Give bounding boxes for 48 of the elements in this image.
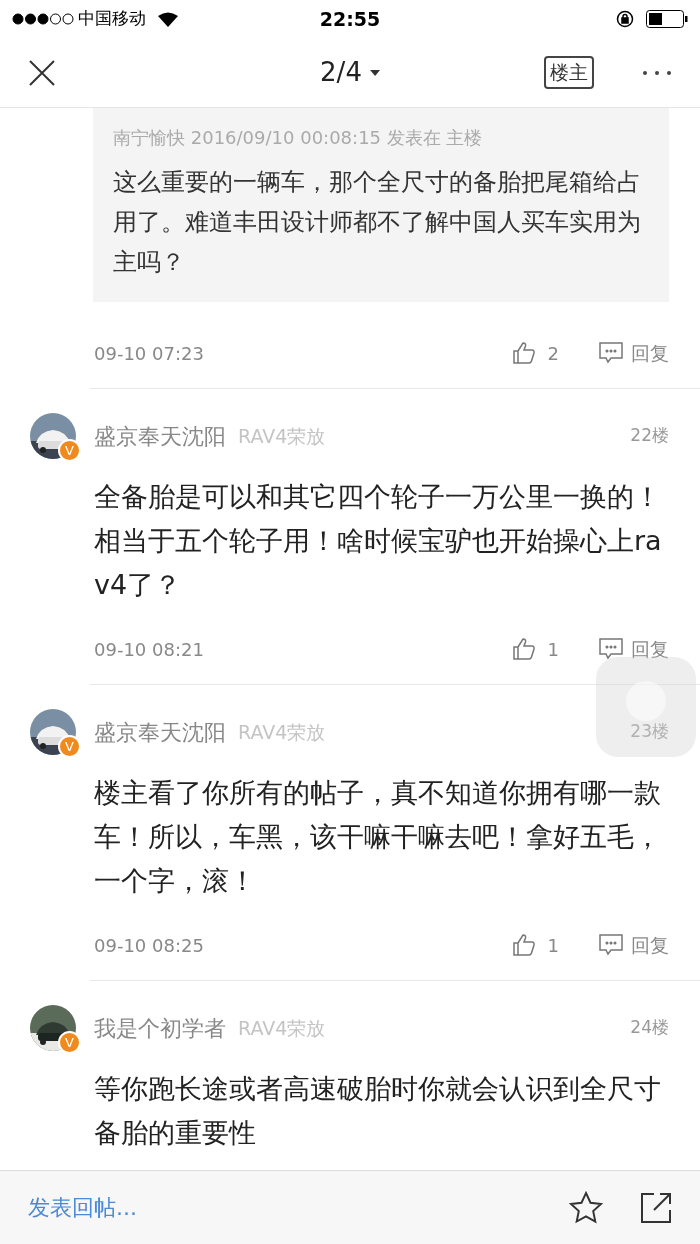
user-name[interactable]: 盛京奉天沈阳 [94,419,226,453]
floor-number: 23楼 [630,720,669,744]
post-text: 楼主看了你所有的帖子，真不知道你拥有哪一款车！所以，车黑，该干嘛干嘛去吧！拿好五毛，一个字，滚！ [94,776,662,898]
wifi-icon [158,11,178,27]
comment-icon[interactable] [599,342,623,364]
car-tag: RAV4荣放 [238,1013,326,1043]
car-tag: RAV4荣放 [238,421,326,451]
caret-icon [369,69,380,76]
share-icon[interactable] [640,1191,672,1224]
quote-text: 这么重要的一辆车，那个全尺寸的备胎把尾箱给占用了。难道丰田设计师都不了解中国人买车实用为主吗？ [113,167,642,278]
post-time: 09-10 08:21 [94,637,205,662]
reply-button[interactable]: 回复 [599,338,669,368]
close-button[interactable] [28,58,56,87]
post-text: 等你跑长途或者高速破胎时你就会认识到全尺寸备胎的重要性 [94,1072,662,1150]
post-text: 全备胎是可以和其它四个轮子一万公里一换的！相当于五个轮子用！啥时候宝驴也开始操心上rav4了？ [94,480,663,602]
like-button[interactable]: 2 [511,339,559,367]
thumbs-up-icon[interactable] [511,933,536,957]
rotation-lock-icon [616,10,634,28]
car-tag: RAV4荣放 [238,717,326,747]
like-button[interactable]: 1 [511,635,559,663]
comment-icon[interactable] [599,934,623,956]
clock: 22:55 [319,6,381,32]
floor-number: 22楼 [630,424,669,448]
like-count: 1 [547,637,559,662]
like-count: 1 [547,933,559,958]
thumbs-up-icon[interactable] [511,637,536,661]
more-icon[interactable] [642,69,672,76]
reply-button[interactable]: 回复 [599,634,669,664]
post-time: 09-10 07:23 [94,341,205,366]
verified-badge: V [58,1031,81,1054]
user-name[interactable]: 我是个初学者 [94,1011,226,1045]
verified-badge: V [58,735,81,758]
reply-button[interactable]: 回复 [599,930,669,960]
carrier-name: 中国移动 [78,7,146,31]
post-time: 09-10 08:25 [94,933,205,958]
verified-badge: V [58,439,81,462]
like-button[interactable]: 1 [511,931,559,959]
floor-number: 24楼 [630,1016,669,1040]
user-name[interactable]: 盛京奉天沈阳 [94,715,226,749]
star-icon[interactable] [568,1189,604,1226]
like-count: 2 [547,341,559,366]
page-selector[interactable]: 2/4 [320,53,380,92]
comment-icon[interactable] [599,638,623,660]
thumbs-up-icon[interactable] [511,341,536,365]
op-filter-button[interactable]: 楼主 [544,56,594,89]
signal-icon [12,13,74,25]
battery-icon [646,10,688,28]
quote-header: 南宁愉快 2016/09/10 00:08:15 发表在 主楼 [113,126,484,150]
